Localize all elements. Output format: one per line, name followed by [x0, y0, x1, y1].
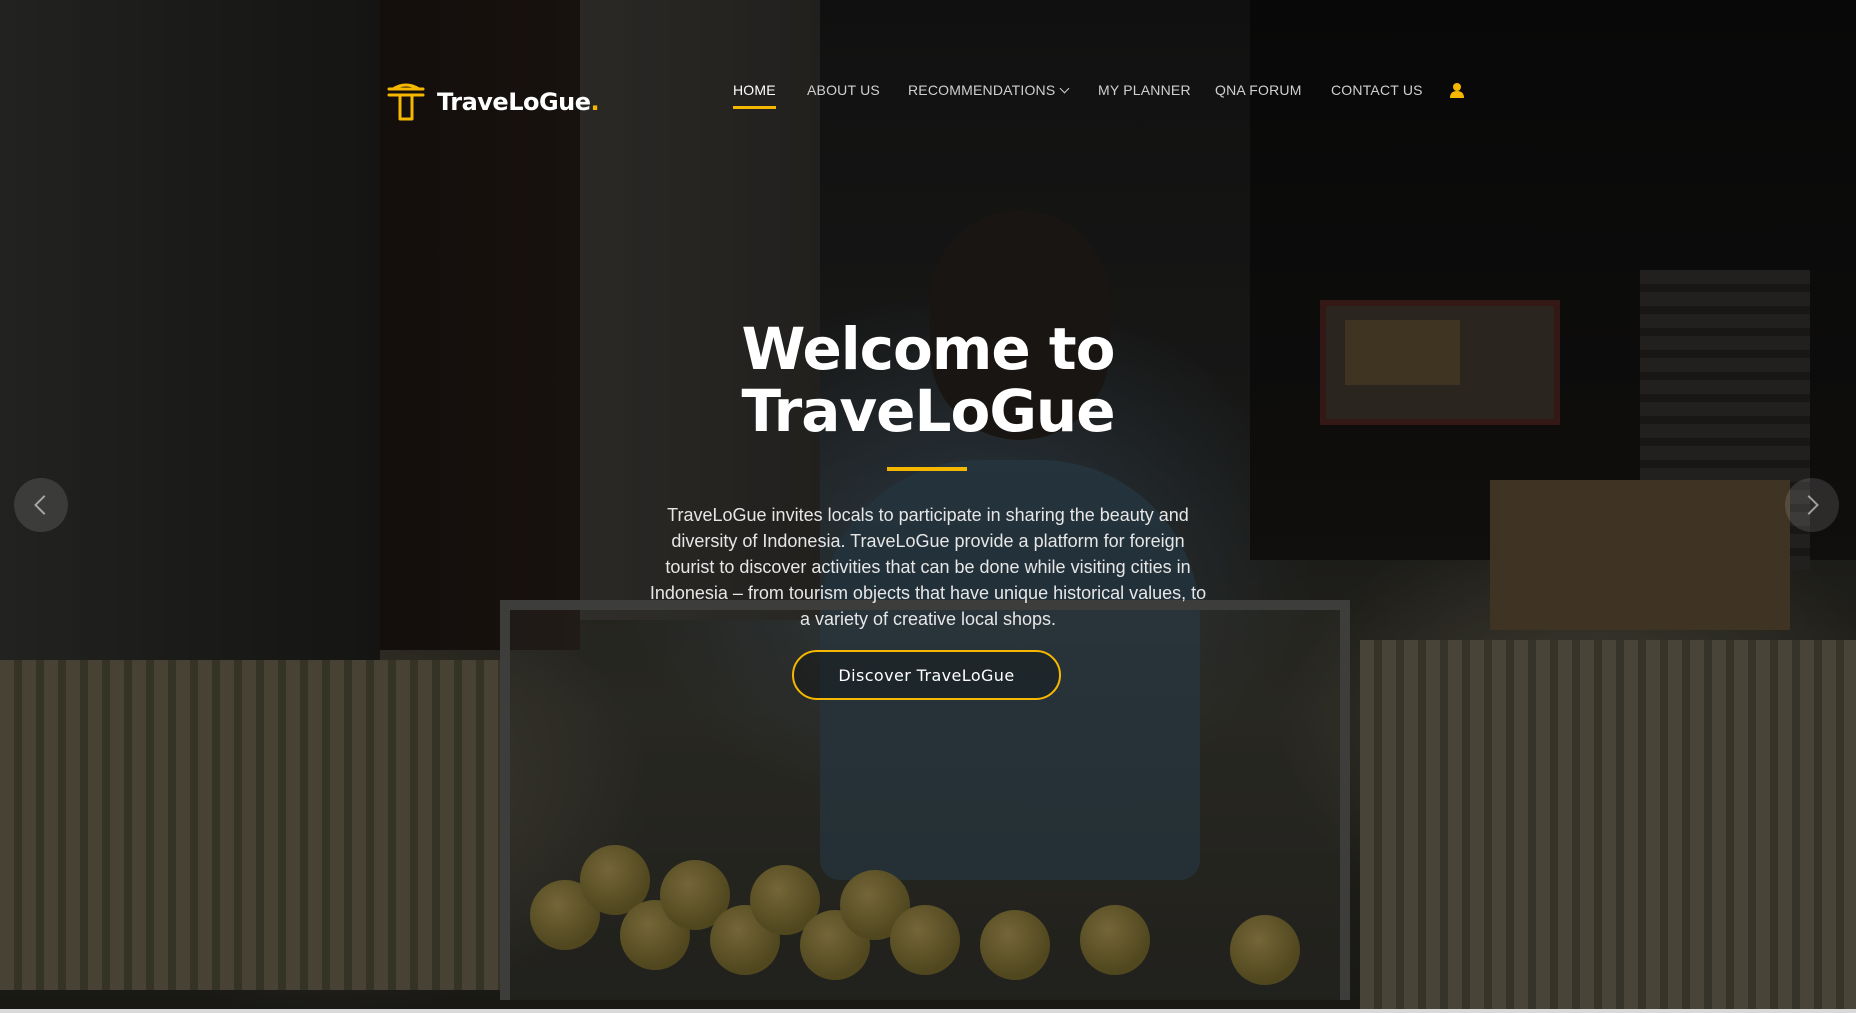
chevron-down-icon [1059, 83, 1070, 94]
headline-divider [887, 467, 967, 471]
nav-item-contact-us[interactable]: CONTACT US [1331, 82, 1423, 98]
nav-item-qna-forum[interactable]: QNA FORUM [1215, 82, 1302, 98]
nav-item-label: MY PLANNER [1098, 82, 1191, 98]
slider-prev-button[interactable] [14, 478, 68, 532]
nav-item-home[interactable]: HOME [733, 82, 776, 109]
chevron-right-icon [1799, 495, 1819, 515]
user-account-icon [1450, 83, 1464, 98]
nav-item-my-planner[interactable]: MY PLANNER [1098, 82, 1191, 98]
nav-item-label: ABOUT US [807, 82, 880, 98]
nav-item-label: RECOMMENDATIONS [908, 82, 1056, 98]
nav-item-label: QNA FORUM [1215, 82, 1302, 98]
nav-item-about-us[interactable]: ABOUT US [807, 82, 880, 98]
chevron-left-icon [34, 495, 54, 515]
hero-headline: Welcome to TraveLoGue [741, 315, 1115, 445]
nav-item-recommendations[interactable]: RECOMMENDATIONS [908, 82, 1070, 98]
nav-item-label: HOME [733, 82, 776, 98]
main-nav: HOME ABOUT US RECOMMENDATIONS MY PLANNER… [0, 82, 1856, 112]
user-icon[interactable] [1449, 82, 1465, 98]
bottom-divider [0, 1009, 1856, 1013]
slider-next-button[interactable] [1785, 478, 1839, 532]
active-nav-underline [733, 106, 776, 109]
hero-description: TraveLoGue invites locals to participate… [649, 505, 1207, 629]
discover-button[interactable]: Discover TraveLoGue [792, 650, 1061, 700]
nav-item-label: CONTACT US [1331, 82, 1423, 98]
